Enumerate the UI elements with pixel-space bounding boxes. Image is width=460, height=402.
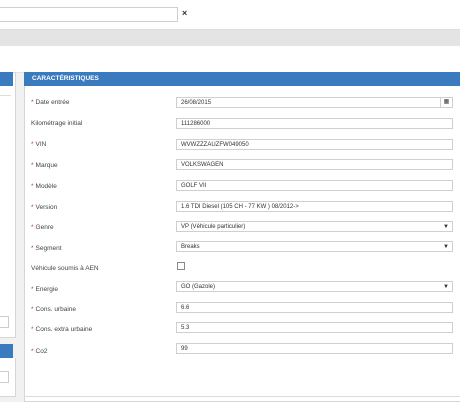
panel-divider <box>24 396 460 397</box>
aen-checkbox[interactable] <box>177 262 185 270</box>
chevron-down-icon: ▼ <box>443 284 449 290</box>
vin-field[interactable]: WVWZZZAUZFW049050 <box>176 139 453 150</box>
section-title: CARACTÉRISTIQUES <box>24 72 460 86</box>
aen-label: Véhicule soumis à AEN <box>31 265 99 272</box>
cons-urbaine-field[interactable]: 6.6 <box>176 302 453 313</box>
search-input[interactable] <box>0 7 178 22</box>
content-strip <box>0 46 460 73</box>
calendar-icon[interactable]: ▦ <box>440 98 452 107</box>
clear-icon[interactable]: × <box>182 9 187 18</box>
cons-extra-field[interactable]: 5.3 <box>176 322 453 333</box>
genre-label: * Genre <box>31 224 54 231</box>
chevron-down-icon: ▼ <box>443 244 449 250</box>
kilometrage-label: Kilométrage initial <box>31 120 83 127</box>
vin-label: * VIN <box>31 141 47 148</box>
version-label: * Version <box>31 204 58 211</box>
date-entree-label: * Date entrée <box>31 99 70 106</box>
chevron-down-icon: ▼ <box>443 224 449 230</box>
left-panel-secondary-field[interactable] <box>0 371 9 383</box>
co2-label: * Co2 <box>31 348 48 355</box>
left-panel <box>0 72 16 338</box>
toolbar-band <box>0 30 460 46</box>
required-marker: * <box>31 99 34 106</box>
kilometrage-field[interactable]: 111286000 <box>176 118 453 129</box>
left-panel-field[interactable] <box>0 316 9 328</box>
genre-select[interactable]: VP (Véhicule particulier) ▼ <box>176 221 453 232</box>
date-entree-field[interactable]: 26/08/2015 ▦ <box>176 97 453 108</box>
left-divider <box>0 95 11 96</box>
segment-select[interactable]: Breaks ▼ <box>176 241 453 252</box>
version-field[interactable]: 1.6 TDI Diesel (105 CH - 77 KW ) 08/2012… <box>176 201 453 212</box>
marque-field[interactable]: VOLKSWAGEN <box>176 159 453 170</box>
cons-extra-label: * Cons. extra urbaine <box>31 326 93 333</box>
modele-label: * Modèle <box>31 183 57 190</box>
left-panel-header <box>0 72 13 86</box>
marque-label: * Marque <box>31 162 58 169</box>
modele-field[interactable]: GOLF VII <box>176 180 453 191</box>
segment-label: * Segment <box>31 245 62 252</box>
co2-field[interactable]: 99 <box>176 343 453 354</box>
left-panel-secondary-header <box>0 344 13 358</box>
energie-label: * Energie <box>31 286 58 293</box>
cons-urbaine-label: * Cons. urbaine <box>31 306 77 313</box>
energie-select[interactable]: GO (Gazole) ▼ <box>176 281 453 292</box>
